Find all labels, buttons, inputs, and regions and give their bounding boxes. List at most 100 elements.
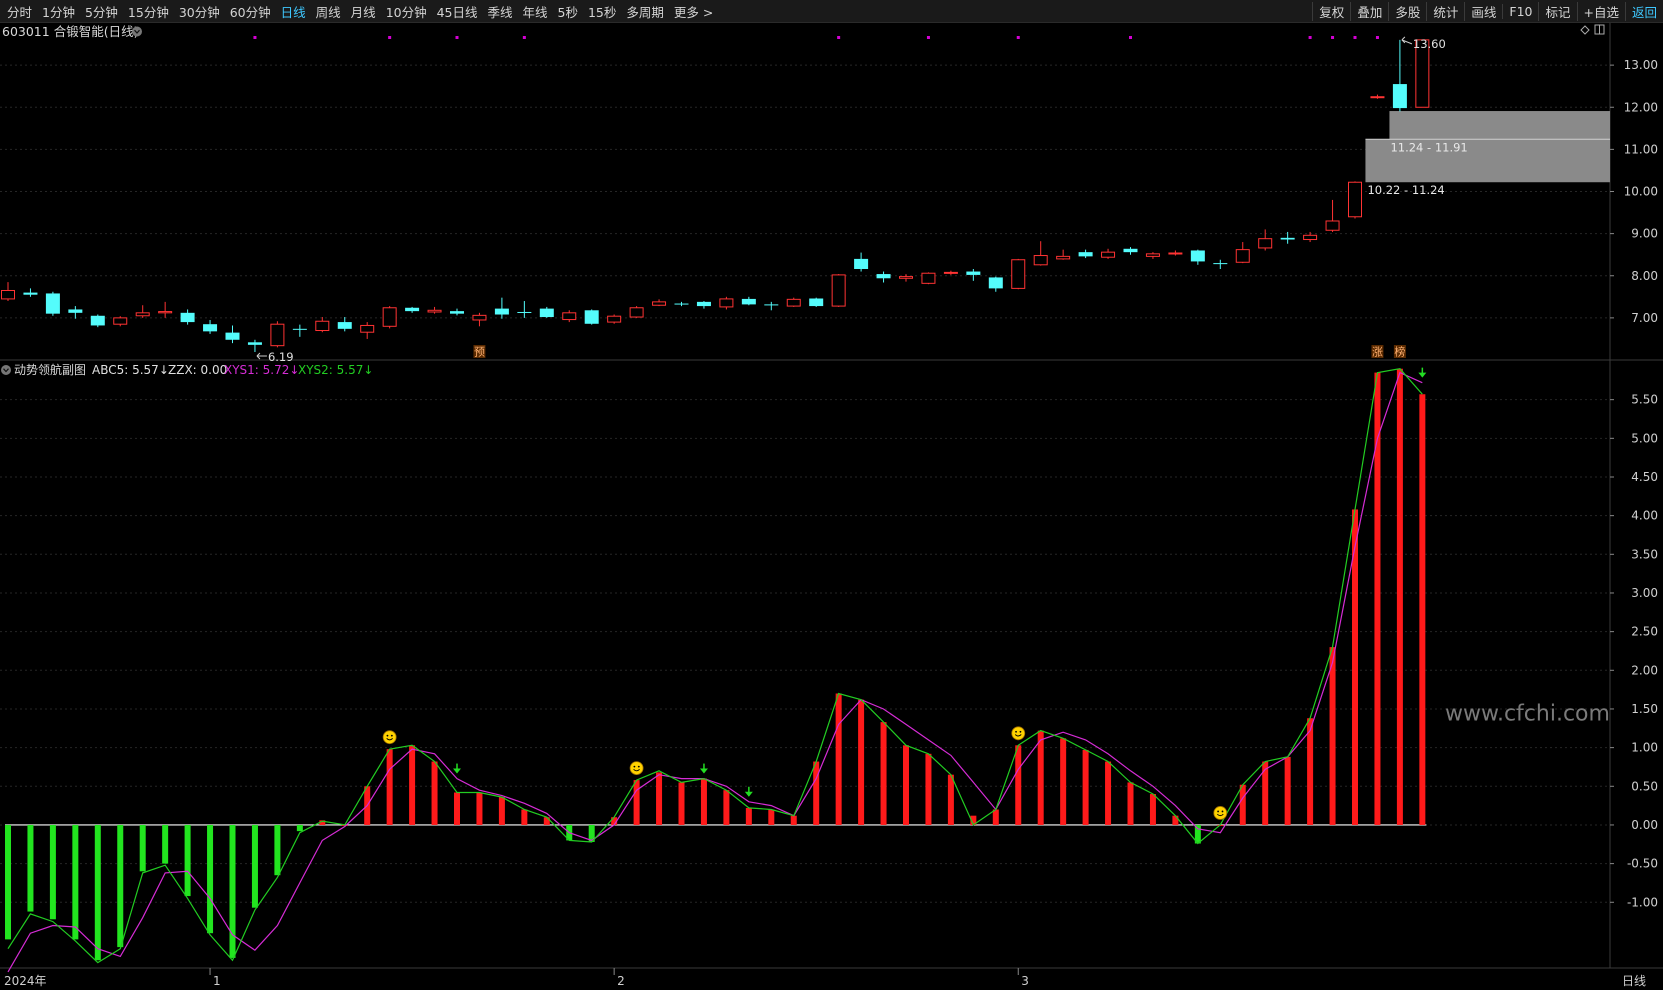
indicator-bar bbox=[1037, 730, 1044, 825]
indicator-tick-label: 3.00 bbox=[1631, 586, 1658, 600]
smiley-icon bbox=[1011, 726, 1026, 741]
candle-body bbox=[158, 311, 173, 314]
indicator-title: 动势领航副图 bbox=[14, 362, 86, 377]
indicator-bar bbox=[947, 774, 954, 825]
tool-button-6[interactable]: 标记 bbox=[1538, 1, 1576, 21]
candle-body bbox=[23, 292, 38, 295]
candle-body bbox=[1011, 259, 1026, 289]
signal-dot bbox=[455, 36, 459, 39]
indicator-bar bbox=[1015, 745, 1022, 825]
candle-body bbox=[562, 312, 577, 321]
signal-dot bbox=[1353, 36, 1357, 39]
high-price-label: 13.60 bbox=[1413, 37, 1446, 51]
tab-timeframe-2[interactable]: 5分钟 bbox=[80, 2, 123, 21]
price-tick-label: 11.00 bbox=[1624, 142, 1658, 156]
indicator-bar bbox=[251, 824, 258, 908]
indicator-tick-label: 5.50 bbox=[1631, 393, 1658, 407]
smiley-eye bbox=[637, 765, 640, 768]
tab-timeframe-15[interactable]: 多周期 bbox=[621, 2, 669, 21]
tab-timeframe-10[interactable]: 45日线 bbox=[432, 2, 483, 21]
candle bbox=[45, 291, 60, 316]
indicator-tick-label: 0.00 bbox=[1631, 818, 1658, 832]
candle-body bbox=[292, 328, 307, 330]
tool-button-7[interactable]: +自选 bbox=[1576, 1, 1625, 21]
tab-timeframe-9[interactable]: 10分钟 bbox=[381, 2, 432, 21]
tab-timeframe-0[interactable]: 分时 bbox=[2, 2, 37, 21]
indicator-bar bbox=[903, 745, 909, 825]
tab-timeframe-7[interactable]: 周线 bbox=[311, 2, 346, 21]
tool-button-1[interactable]: 叠加 bbox=[1350, 1, 1388, 21]
indicator-bar bbox=[229, 824, 236, 958]
candle-body bbox=[1, 289, 15, 300]
indicator-tick-label: 1.00 bbox=[1631, 741, 1658, 755]
indicator-bar bbox=[880, 722, 887, 825]
indicator-bar bbox=[386, 749, 393, 825]
tab-timeframe-11[interactable]: 季线 bbox=[483, 2, 518, 21]
candle-body bbox=[113, 317, 128, 325]
candle-body bbox=[337, 322, 352, 329]
signal-dot bbox=[253, 36, 257, 39]
indicator-bar bbox=[1060, 738, 1067, 825]
tool-button-0[interactable]: 复权 bbox=[1312, 1, 1350, 21]
smiley-eye bbox=[1019, 730, 1022, 733]
indicator-tick-label: 5.00 bbox=[1631, 431, 1658, 445]
candle-body bbox=[584, 310, 599, 324]
tab-timeframe-1[interactable]: 1分钟 bbox=[37, 2, 80, 21]
tab-timeframe-5[interactable]: 60分钟 bbox=[225, 2, 276, 21]
candle-body bbox=[247, 342, 262, 345]
tab-timeframe-12[interactable]: 年线 bbox=[518, 2, 553, 21]
time-tick-label: 2024年 bbox=[4, 974, 47, 988]
candle bbox=[809, 297, 824, 307]
tab-timeframe-8[interactable]: 月线 bbox=[346, 2, 381, 21]
candle-body bbox=[741, 298, 756, 305]
tool-button-8[interactable]: 返回 bbox=[1624, 1, 1663, 21]
tab-timeframe-14[interactable]: 15秒 bbox=[583, 2, 621, 21]
price-zone-label: 10.22 - 11.24 bbox=[1367, 183, 1444, 197]
signal-dot bbox=[1331, 36, 1335, 39]
tab-timeframe-6[interactable]: 日线 bbox=[276, 2, 311, 21]
indicator-tick-label: 2.00 bbox=[1631, 663, 1658, 677]
price-tick-label: 9.00 bbox=[1631, 227, 1658, 241]
candle-body bbox=[1190, 250, 1205, 262]
candle-body bbox=[943, 271, 958, 274]
candle-body bbox=[629, 307, 644, 318]
badge-label: 榜 bbox=[1394, 345, 1405, 359]
indicator-bar bbox=[431, 761, 438, 825]
tab-timeframe-3[interactable]: 15分钟 bbox=[123, 2, 174, 21]
candle-body bbox=[1303, 234, 1318, 241]
indicator-bar bbox=[184, 824, 191, 897]
tool-button-5[interactable]: F10 bbox=[1502, 3, 1538, 19]
candle-body bbox=[674, 303, 689, 305]
smiley-icon bbox=[629, 761, 644, 776]
tool-button-3[interactable]: 统计 bbox=[1426, 1, 1464, 21]
candle-body bbox=[1033, 255, 1048, 266]
smiley-eye bbox=[386, 734, 389, 737]
indicator-tick-label: 4.00 bbox=[1631, 509, 1658, 523]
tool-button-4[interactable]: 画线 bbox=[1464, 1, 1502, 21]
indicator-settings-icon[interactable] bbox=[1, 365, 11, 375]
tab-timeframe-13[interactable]: 5秒 bbox=[553, 2, 583, 21]
candle-body bbox=[1235, 249, 1250, 263]
signal-dot bbox=[1375, 36, 1379, 39]
tab-timeframe-16[interactable]: 更多 > bbox=[669, 2, 718, 21]
candle-body bbox=[382, 307, 397, 327]
indicator-legend-item: ZZX: 0.00 bbox=[168, 363, 227, 377]
candle-body bbox=[1056, 255, 1071, 260]
indicator-legend-item: XYS2: 5.57↓ bbox=[298, 363, 373, 377]
signal-dot bbox=[1308, 36, 1312, 39]
indicator-bar bbox=[858, 699, 865, 825]
candle bbox=[786, 297, 801, 307]
smiley-face bbox=[1213, 806, 1228, 820]
chart-tools: 复权 叠加 多股 统计 画线 F10 标记 +自选 返回 bbox=[1312, 0, 1663, 22]
stock-title: 603011 合锻智能(日线) bbox=[2, 24, 138, 39]
candle-body bbox=[786, 298, 801, 307]
candle-body bbox=[1145, 253, 1160, 257]
tab-timeframe-4[interactable]: 30分钟 bbox=[174, 2, 225, 21]
indicator-bar bbox=[296, 824, 303, 832]
signal-dot bbox=[388, 36, 392, 39]
signal-dot bbox=[522, 36, 526, 39]
candle-body bbox=[1370, 96, 1385, 99]
tool-button-2[interactable]: 多股 bbox=[1388, 1, 1426, 21]
candle-body bbox=[45, 293, 60, 314]
settings-icon[interactable] bbox=[132, 26, 142, 37]
